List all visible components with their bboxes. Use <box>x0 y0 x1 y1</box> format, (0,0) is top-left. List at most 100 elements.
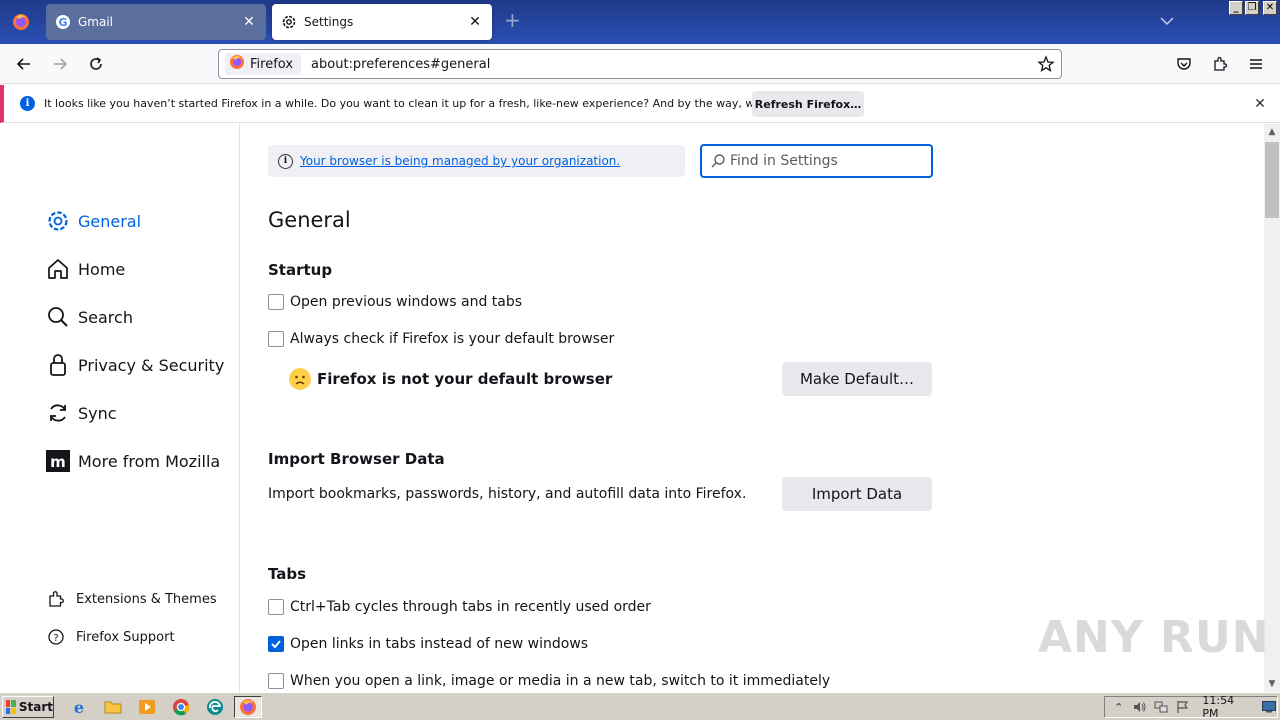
tab-gmail[interactable]: G Gmail ✕ <box>46 4 266 40</box>
new-tab-button[interactable]: + <box>504 10 521 30</box>
sidebar-item-label: Firefox Support <box>76 629 175 645</box>
tray-expand-icon[interactable]: ⌃ <box>1111 699 1126 715</box>
help-icon: ? <box>46 627 66 647</box>
make-default-button[interactable]: Make Default… <box>782 362 932 396</box>
hamburger-icon <box>1250 59 1262 69</box>
svg-text:?: ? <box>53 633 58 644</box>
checkmark-icon <box>271 640 281 649</box>
action-center-flag-icon[interactable] <box>1175 699 1190 715</box>
scrollbar-thumb[interactable] <box>1265 142 1279 218</box>
reload-icon <box>90 57 102 70</box>
tab-strip: G Gmail ✕ Settings ✕ + _ ❐ ✕ <box>0 0 1280 44</box>
checkbox-label: Always check if Firefox is your default … <box>290 331 615 347</box>
edge-icon[interactable] <box>206 698 224 716</box>
tabs-heading: Tabs <box>268 565 307 583</box>
system-tray: ⌃ 11:54 PM <box>1104 694 1278 720</box>
close-icon[interactable]: ✕ <box>467 14 483 30</box>
startup-restore-session-row[interactable]: Open previous windows and tabs <box>268 294 522 310</box>
sidebar-item-label: General <box>78 211 142 231</box>
taskbar-firefox-button[interactable] <box>234 696 262 718</box>
checkbox[interactable] <box>268 599 284 615</box>
close-icon[interactable]: ✕ <box>1252 96 1268 112</box>
start-label: Start <box>18 700 53 714</box>
search-input[interactable] <box>730 153 920 169</box>
settings-main-pane: i Your browser is being managed by your … <box>241 124 1264 692</box>
startup-default-check-row[interactable]: Always check if Firefox is your default … <box>268 331 614 347</box>
firefox-logo-icon <box>240 699 256 715</box>
media-player-icon[interactable] <box>138 698 156 716</box>
checkbox-label: Open previous windows and tabs <box>290 294 523 310</box>
tab-settings[interactable]: Settings ✕ <box>272 4 492 40</box>
forward-arrow-icon <box>54 58 68 70</box>
back-button[interactable] <box>12 52 36 76</box>
gear-icon <box>46 209 70 233</box>
notification-message: It looks like you haven’t started Firefo… <box>44 97 829 110</box>
back-arrow-icon <box>16 58 30 70</box>
sidebar-item-search[interactable]: Search <box>46 301 133 333</box>
checkbox[interactable] <box>268 636 284 652</box>
import-description: Import bookmarks, passwords, history, an… <box>268 486 747 502</box>
network-icon[interactable] <box>1154 699 1169 715</box>
svg-text:e: e <box>74 698 84 716</box>
info-icon: i <box>20 96 35 111</box>
sidebar-item-sync[interactable]: Sync <box>46 397 117 429</box>
volume-icon[interactable] <box>1132 699 1147 715</box>
url-bar[interactable]: Firefox about:preferences#general <box>218 49 1062 79</box>
show-desktop-icon[interactable] <box>1262 699 1277 715</box>
checkbox-label: Ctrl+Tab cycles through tabs in recently… <box>290 599 651 615</box>
bookmark-star-icon[interactable] <box>1037 55 1055 77</box>
tab-label: Settings <box>304 15 354 29</box>
identity-box[interactable]: Firefox <box>225 53 302 75</box>
svg-text:G: G <box>58 16 67 29</box>
sidebar-item-home[interactable]: Home <box>46 253 125 285</box>
mozilla-icon: m <box>46 449 70 473</box>
minimize-button[interactable]: _ <box>1229 1 1243 15</box>
close-icon[interactable]: ✕ <box>241 14 257 30</box>
url-text[interactable]: about:preferences#general <box>311 57 490 72</box>
firefox-menu-icon[interactable] <box>0 0 42 44</box>
internet-explorer-icon[interactable]: e <box>70 698 88 717</box>
start-button[interactable]: Start <box>2 696 54 718</box>
tabs-ctrl-tab-row[interactable]: Ctrl+Tab cycles through tabs in recently… <box>268 599 651 615</box>
tabs-links-in-tabs-row[interactable]: Open links in tabs instead of new window… <box>268 636 588 652</box>
chevron-down-icon[interactable] <box>1158 12 1176 30</box>
forward-button[interactable] <box>48 52 72 76</box>
vertical-scrollbar[interactable]: ▲ ▼ <box>1264 124 1280 692</box>
sidebar-item-more-from-mozilla[interactable]: m More from Mozilla <box>46 445 220 477</box>
close-window-button[interactable]: ✕ <box>1263 1 1277 15</box>
taskbar-clock[interactable]: 11:54 PM <box>1202 694 1251 720</box>
policies-notice: i Your browser is being managed by your … <box>268 145 685 177</box>
reload-button[interactable] <box>84 52 108 76</box>
scroll-down-icon[interactable]: ▼ <box>1264 676 1280 692</box>
sidebar-extensions-themes-link[interactable]: Extensions & Themes <box>46 587 217 611</box>
checkbox[interactable] <box>268 673 284 689</box>
sidebar-item-privacy[interactable]: Privacy & Security <box>46 349 224 381</box>
app-menu-button[interactable] <box>1244 52 1268 76</box>
checkbox[interactable] <box>268 294 284 310</box>
windows-taskbar: Start e ⌃ 11:54 PM <box>0 692 1280 720</box>
checkbox[interactable] <box>268 331 284 347</box>
sidebar-item-general[interactable]: General <box>46 205 141 237</box>
svg-text:m: m <box>50 453 66 471</box>
explorer-folder-icon[interactable] <box>104 698 122 716</box>
sidebar-firefox-support-link[interactable]: ? Firefox Support <box>46 625 175 649</box>
settings-search-box[interactable] <box>700 144 933 178</box>
pocket-button[interactable] <box>1172 52 1196 76</box>
extensions-button[interactable] <box>1208 52 1232 76</box>
tab-label: Gmail <box>78 15 114 29</box>
restore-button[interactable]: ❐ <box>1245 1 1259 15</box>
sidebar-item-label: Extensions & Themes <box>76 591 217 607</box>
sidebar-item-label: Home <box>78 259 126 279</box>
scroll-up-icon[interactable]: ▲ <box>1264 124 1280 140</box>
checkbox-label: Open links in tabs instead of new window… <box>290 636 589 652</box>
import-data-button[interactable]: Import Data <box>782 477 932 511</box>
search-icon <box>46 305 70 329</box>
lock-icon <box>46 353 70 377</box>
policies-link[interactable]: Your browser is being managed by your or… <box>300 154 620 168</box>
chrome-icon[interactable] <box>172 698 190 716</box>
tabs-switch-to-tab-row[interactable]: When you open a link, image or media in … <box>268 673 830 689</box>
info-icon: i <box>278 153 293 169</box>
puzzle-icon <box>1214 56 1228 71</box>
gear-icon <box>281 14 297 30</box>
refresh-firefox-button[interactable]: Refresh Firefox… <box>752 91 864 117</box>
